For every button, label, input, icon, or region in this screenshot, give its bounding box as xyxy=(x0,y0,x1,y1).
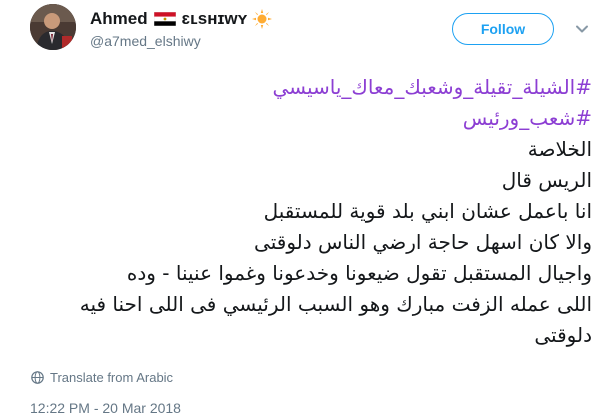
user-name-row[interactable]: Ahmed ɛʟsʜɪᴡʏ xyxy=(90,9,273,29)
follow-button[interactable]: Follow xyxy=(452,13,554,45)
globe-icon xyxy=(31,371,44,384)
tweet-timestamp[interactable]: 12:22 PM - 20 Mar 2018 xyxy=(30,400,181,416)
tweet-line: واجيال المستقبل تقول ضيعونا وخدعونا وغمو… xyxy=(126,261,592,285)
egypt-flag-icon xyxy=(153,12,176,26)
tweet-line: الخلاصة xyxy=(527,137,592,161)
tweet-line: انا باعمل عشان ابني بلد قوية للمستقبل xyxy=(263,199,592,223)
tweet-line: دلوقتى xyxy=(534,323,592,347)
hashtag-link[interactable]: #الشيلة_تقيلة_وشعبك_معاك_ياسيسي xyxy=(20,72,592,103)
avatar[interactable] xyxy=(30,4,76,50)
hashtag-link[interactable]: #شعب_ورئيس xyxy=(20,103,592,134)
tweet-text: #الشيلة_تقيلة_وشعبك_معاك_ياسيسي #شعب_ورئ… xyxy=(20,72,592,351)
tweet-line: اللى عمله الزفت مبارك وهو السبب الرئيسي … xyxy=(79,292,592,316)
user-handle[interactable]: @a7med_elshiwy xyxy=(90,33,201,49)
translate-label[interactable]: Translate from Arabic xyxy=(50,370,173,385)
tweet-line: الريس قال xyxy=(501,168,592,192)
translate-link[interactable]: Translate from Arabic xyxy=(31,370,173,385)
display-name-suffix[interactable]: ɛʟsʜɪᴡʏ xyxy=(182,9,248,29)
tweet-line: والا كان اسهل حاجة ارضي الناس دلوقتى xyxy=(254,230,592,254)
display-name[interactable]: Ahmed xyxy=(90,9,148,29)
sun-icon xyxy=(252,9,273,29)
chevron-down-icon[interactable] xyxy=(575,21,589,35)
